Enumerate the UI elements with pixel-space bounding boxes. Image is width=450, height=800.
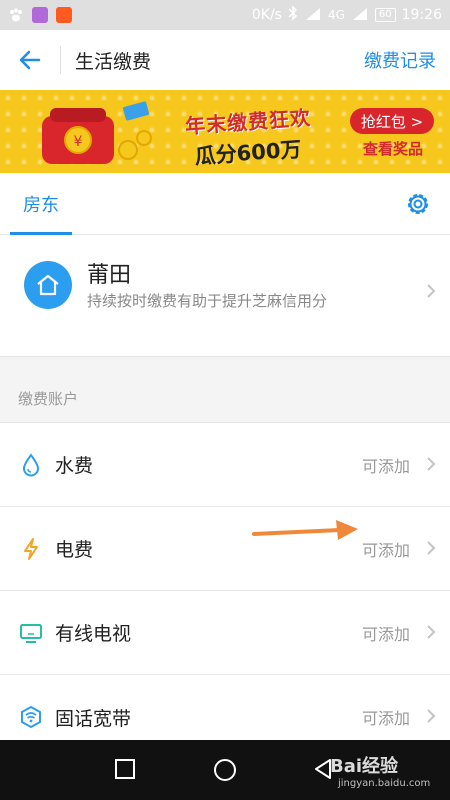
promo-banner[interactable]: ¥ 年末缴费狂欢 瓜分600万 抢红包 > 查看奖品 [0,90,450,173]
list-item-status: 可添加 [361,709,410,728]
section-title: 缴费账户 [18,390,79,408]
status-bar: 0K/s 4G 60 19:26 [0,0,450,30]
grab-red-packet-button[interactable]: 抢红包 > [350,108,434,134]
list-item-status: 可添加 [361,624,410,644]
settings-button[interactable] [404,190,432,218]
bluetooth-icon [288,5,298,25]
recent-apps-button[interactable] [114,758,136,780]
network-type: 4G [327,8,345,22]
water-drop-icon [18,452,44,478]
signal-2g-icon [304,6,322,24]
page-title: 生活缴费 [75,50,152,73]
svg-text:¥: ¥ [74,134,83,150]
home-button[interactable] [213,758,237,782]
tab-bar: 房东 [0,173,450,235]
banner-headline: 年末缴费狂欢 瓜分600万 [168,106,328,169]
list-item-water[interactable]: 水费 可添加 [0,423,450,507]
network-speed: 0K/s [251,7,282,23]
home-icon [24,261,72,309]
list-item-status: 可添加 [361,540,410,560]
chevron-right-icon [427,709,436,723]
list-item-label: 水费 [55,455,94,477]
payment-records-link[interactable]: 缴费记录 [364,47,436,73]
red-envelope-icon: ¥ [42,101,152,164]
lightning-icon [18,536,44,562]
gear-icon [408,194,428,214]
city-name: 莆田 [87,263,132,288]
list-item-status: 可添加 [361,456,410,476]
battery-indicator: 60 [374,8,396,22]
clock: 19:26 [401,7,442,23]
tv-icon [18,620,44,646]
nav-bar: 生活缴费 缴费记录 [0,30,450,90]
chevron-right-icon [427,541,436,555]
back-button[interactable] [0,30,60,90]
system-navigation-bar: Bai经验 jingyan.baidu.com [0,740,450,800]
watermark-brand: Bai经验 [330,756,399,777]
credit-tip: 持续按时缴费有助于提升芝麻信用分 [87,292,328,310]
list-item-electricity[interactable]: 电费 可添加 [0,507,450,591]
chevron-right-icon [427,284,436,298]
broadband-icon [18,704,44,730]
watermark-url: jingyan.baidu.com [338,778,431,789]
list-item-label: 有线电视 [55,623,132,645]
taobao-notification-icon [56,7,72,23]
back-arrow-icon [19,50,41,70]
tab-landlord[interactable]: 房东 [10,173,72,235]
nav-divider [60,46,61,74]
baidu-paw-icon [8,7,24,23]
chevron-right-icon [427,457,436,471]
list-item-label: 电费 [55,539,94,561]
app-notification-icon [32,7,48,23]
payment-account-list: 水费 可添加 电费 可添加 有线电视 可添加 固话宽带 可添加 [0,422,450,759]
view-prizes-link[interactable]: 查看奖品 [352,138,434,159]
list-item-cable-tv[interactable]: 有线电视 可添加 [0,591,450,675]
list-item-label: 固话宽带 [55,707,132,730]
location-card[interactable]: 莆田 持续按时缴费有助于提升芝麻信用分 [0,235,450,357]
signal-4g-icon [351,6,369,24]
chevron-right-icon [427,625,436,639]
annotation-arrow-icon [252,520,358,540]
